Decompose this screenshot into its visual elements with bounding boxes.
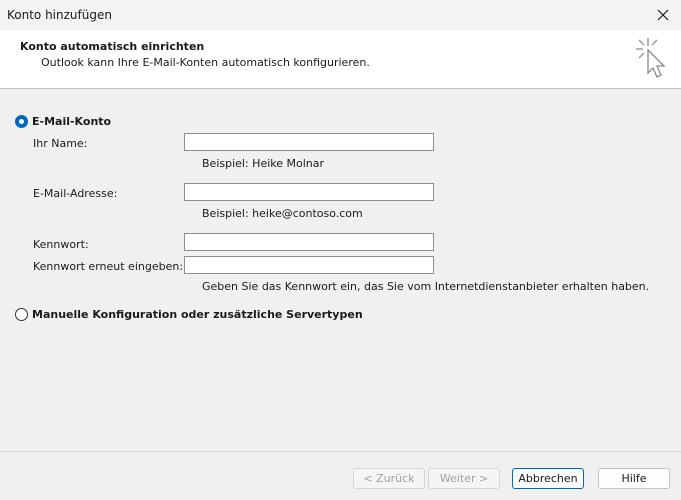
- close-icon: [657, 9, 669, 21]
- sparkle-cursor-icon: [636, 38, 666, 78]
- title-bar: Konto hinzufügen: [0, 0, 681, 30]
- back-button[interactable]: < Zurück: [353, 468, 425, 489]
- content-area: E-Mail-Konto Ihr Name: Beispiel: Heike M…: [0, 89, 681, 451]
- manual-config-radio[interactable]: [15, 308, 28, 321]
- password-repeat-input[interactable]: [184, 256, 434, 274]
- window-title: Konto hinzufügen: [7, 8, 112, 22]
- header-title: Konto automatisch einrichten: [20, 40, 205, 53]
- header-panel: Konto automatisch einrichten Outlook kan…: [0, 30, 681, 89]
- password-label: Kennwort:: [33, 238, 89, 251]
- name-hint: Beispiel: Heike Molnar: [202, 157, 325, 170]
- name-input[interactable]: [184, 133, 434, 151]
- button-bar: < Zurück Weiter > Abbrechen Hilfe: [0, 451, 681, 500]
- manual-config-label[interactable]: Manuelle Konfiguration oder zusätzliche …: [32, 308, 363, 321]
- email-address-label: E-Mail-Adresse:: [33, 187, 118, 200]
- next-button[interactable]: Weiter >: [428, 468, 500, 489]
- header-subtitle: Outlook kann Ihre E-Mail-Konten automati…: [41, 56, 370, 69]
- email-address-input[interactable]: [184, 183, 434, 201]
- email-address-hint: Beispiel: heike@contoso.com: [202, 207, 363, 220]
- password-hint: Geben Sie das Kennwort ein, das Sie vom …: [202, 280, 650, 293]
- name-label: Ihr Name:: [33, 137, 88, 150]
- password-input[interactable]: [184, 233, 434, 251]
- cancel-button[interactable]: Abbrechen: [512, 468, 584, 489]
- email-account-radio[interactable]: [15, 115, 28, 128]
- close-button[interactable]: [645, 0, 681, 30]
- password-repeat-label: Kennwort erneut eingeben:: [33, 260, 184, 273]
- email-account-label[interactable]: E-Mail-Konto: [32, 115, 111, 128]
- help-button[interactable]: Hilfe: [598, 468, 670, 489]
